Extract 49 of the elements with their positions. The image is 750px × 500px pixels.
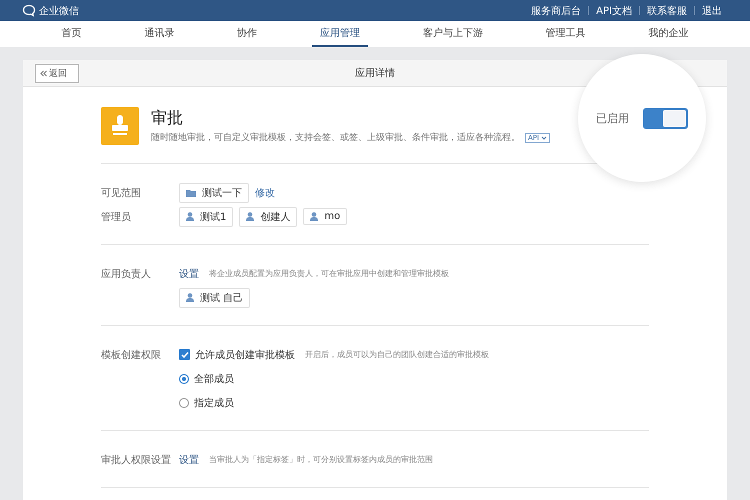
nav-tab[interactable]: 通讯录 — [136, 21, 182, 47]
radio-label: 全部成员 — [194, 372, 234, 386]
field-label: 管理员 — [101, 210, 132, 224]
double-chevron-icon — [40, 70, 47, 76]
brand-name: 企业微信 — [39, 4, 79, 18]
status-label: 已启用 — [596, 110, 629, 126]
hint-text: 将企业成员配置为应用负责人，可在审批应用中创建和管理审批模板 — [209, 268, 449, 279]
nav-tab[interactable]: 客户与上下游 — [414, 21, 491, 47]
edit-link[interactable]: 修改 — [255, 186, 275, 200]
page-title: 应用详情 — [354, 66, 396, 80]
top-link[interactable]: 退出 — [702, 4, 722, 18]
field-label: 模板创建权限 — [101, 348, 162, 362]
settings-link[interactable]: 设置 — [179, 266, 199, 280]
field-label: 审批人权限设置 — [101, 454, 172, 466]
person-chip: 创建人 — [239, 206, 298, 226]
nav-tab[interactable]: 应用管理 — [312, 21, 368, 47]
person-icon — [186, 293, 194, 302]
nav-tab[interactable]: 协作 — [229, 21, 266, 47]
back-button[interactable]: 返回 — [35, 64, 79, 82]
radio-button[interactable] — [179, 398, 189, 408]
person-icon — [310, 212, 318, 221]
scope-chip: 测试一下 — [179, 182, 249, 202]
chevron-down-icon — [541, 136, 548, 140]
nav-tab[interactable]: 首页 — [53, 21, 90, 47]
nav-tab[interactable]: 我的企业 — [640, 21, 696, 47]
field-label: 可见范围 — [101, 186, 142, 200]
top-link[interactable]: API文档 — [596, 4, 632, 18]
checkbox[interactable] — [179, 349, 190, 360]
person-chip: 测试 自己 — [179, 288, 250, 308]
top-link[interactable]: 联系客服 — [647, 4, 687, 18]
person-icon — [246, 212, 254, 221]
checkbox-label: 允许成员创建审批模板 — [195, 348, 295, 362]
field-label: 应用负责人 — [101, 268, 152, 280]
stamp-icon — [101, 107, 139, 145]
person-icon — [186, 212, 194, 221]
radio-button[interactable] — [179, 374, 189, 384]
folder-icon — [186, 188, 196, 196]
toggle-switch[interactable] — [643, 108, 688, 128]
hint-text: 当审批人为「指定标签」时，可分别设置标签内成员的审批范围 — [209, 454, 433, 465]
chat-bubble-icon — [22, 4, 36, 17]
nav-tab[interactable]: 管理工具 — [538, 21, 594, 47]
hint-text: 开启后，成员可以为自己的团队创建合适的审批模板 — [305, 349, 489, 360]
app-name: 审批 — [151, 108, 184, 129]
app-description: 随时随地审批，可自定义审批模板，支持会签、或签、上级审批、条件审批，适应各种流程。 — [151, 132, 520, 144]
person-chip: mo — [303, 208, 348, 225]
top-link[interactable]: 服务商后台 — [531, 4, 582, 18]
person-chip: 测试1 — [179, 206, 234, 226]
settings-link[interactable]: 设置 — [179, 452, 199, 466]
radio-label: 指定成员 — [194, 396, 234, 410]
